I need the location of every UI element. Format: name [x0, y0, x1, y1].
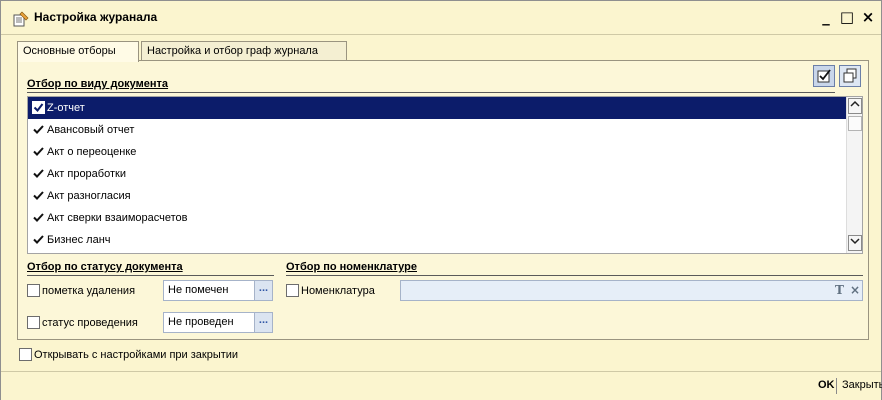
checkmark-icon[interactable] — [32, 189, 45, 202]
nomenclature-divider — [286, 275, 863, 276]
close-window-button[interactable]: × — [858, 7, 878, 27]
maximize-button[interactable]: □ — [837, 7, 857, 27]
deletion-mark-label: пометка удаления — [42, 285, 136, 297]
check-all-icon — [817, 69, 831, 83]
footer-separator — [836, 378, 837, 394]
check-all-button[interactable] — [813, 65, 835, 87]
open-with-settings-checkbox[interactable] — [19, 348, 32, 361]
list-item[interactable]: Авансовый отчет — [28, 119, 846, 141]
list-item[interactable]: Акт сверки взаиморасчетов — [28, 207, 846, 229]
select-button[interactable]: ... — [254, 281, 272, 300]
scroll-up-button[interactable] — [848, 98, 862, 114]
posting-status-value: Не проведен — [168, 316, 234, 328]
title-bar: Настройка журанала _ □ × — [1, 1, 881, 35]
list-item[interactable]: Акт проработки — [28, 163, 846, 185]
nomenclature-label: Номенклатура — [301, 285, 375, 297]
settings-journal-icon — [13, 11, 29, 27]
ok-button[interactable]: OK — [818, 379, 835, 391]
list-item[interactable]: Бизнес ланч — [28, 229, 846, 251]
nomenclature-checkbox[interactable] — [286, 284, 299, 297]
status-divider — [27, 275, 274, 276]
list-item-label: Z-отчет — [47, 102, 85, 114]
doc-type-divider — [27, 92, 835, 93]
window-title: Настройка журанала — [34, 10, 158, 24]
deletion-mark-field[interactable]: Не помечен ... — [163, 280, 273, 301]
list-item-label: Бизнес ланч — [47, 234, 111, 246]
checkmark-icon[interactable] — [32, 233, 45, 246]
journal-settings-window: Настройка журанала _ □ × Основные отборы… — [0, 0, 882, 400]
list-item-label: Авансовый отчет — [47, 124, 135, 136]
windows-icon — [843, 68, 857, 83]
scroll-thumb[interactable] — [848, 116, 862, 131]
list-item-label: Акт проработки — [47, 168, 126, 180]
close-button[interactable]: Закрыть — [842, 379, 882, 391]
minimize-button[interactable]: _ — [816, 7, 836, 27]
status-section-title: Отбор по статусу документа — [27, 261, 183, 273]
deletion-mark-checkbox[interactable] — [27, 284, 40, 297]
text-mode-button[interactable]: T — [835, 283, 844, 297]
nomenclature-field[interactable]: T × — [400, 280, 863, 301]
clear-button[interactable]: × — [850, 283, 860, 297]
list-item-label: Акт о переоценке — [47, 146, 137, 158]
tab-columns-settings[interactable]: Настройка и отбор граф журнала — [141, 41, 347, 61]
open-with-settings-label: Открывать с настройками при закрытии — [34, 349, 239, 361]
select-button[interactable]: ... — [254, 313, 272, 332]
deletion-mark-value: Не помечен — [168, 284, 229, 296]
list-item[interactable]: Z-отчет — [28, 97, 846, 119]
uncheck-all-button[interactable] — [839, 65, 861, 87]
checkmark-icon[interactable] — [32, 167, 45, 180]
scroll-down-button[interactable] — [848, 235, 862, 251]
list-item-label: Акт разногласия — [47, 190, 131, 202]
posting-status-checkbox[interactable] — [27, 316, 40, 329]
posting-status-field[interactable]: Не проведен ... — [163, 312, 273, 333]
checkmark-icon[interactable] — [32, 211, 45, 224]
chevron-down-icon — [850, 238, 860, 245]
checkmark-icon[interactable] — [32, 145, 45, 158]
doc-type-list[interactable]: Z-отчет Авансовый отчет Акт о переоценке… — [27, 96, 863, 254]
doc-type-section-title: Отбор по виду документа — [27, 78, 169, 90]
list-item[interactable]: Акт разногласия — [28, 185, 846, 207]
list-item[interactable]: Акт о переоценке — [28, 141, 846, 163]
list-item-label: Акт сверки взаиморасчетов — [47, 212, 188, 224]
tab-main-filters[interactable]: Основные отборы — [17, 41, 139, 62]
chevron-up-icon — [850, 100, 860, 107]
nomenclature-section-title: Отбор по номенклатуре — [286, 261, 417, 273]
checkmark-icon[interactable] — [32, 123, 45, 136]
posting-status-label: статус проведения — [42, 317, 138, 329]
list-scrollbar[interactable] — [846, 97, 862, 253]
footer: OK Закрыть — [1, 371, 882, 400]
checkbox-checked-icon[interactable] — [32, 101, 45, 114]
